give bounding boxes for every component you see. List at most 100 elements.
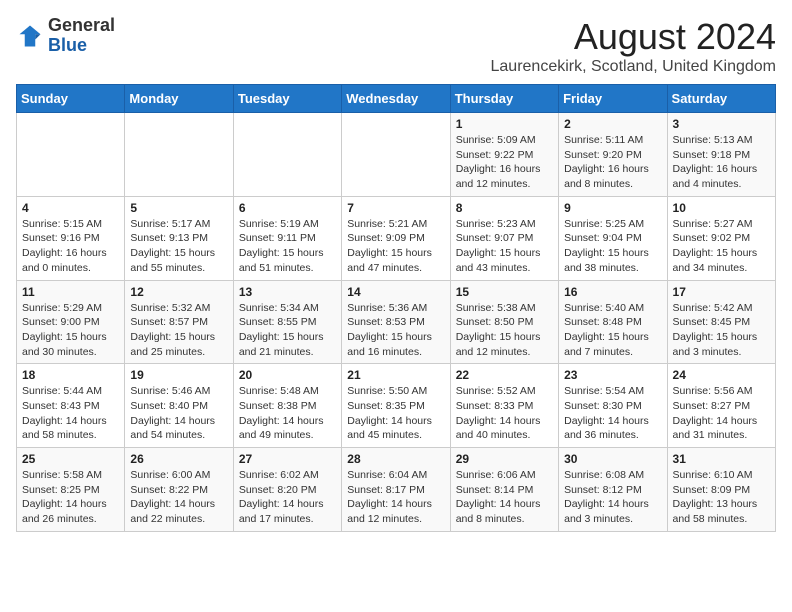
- day-number: 27: [239, 452, 336, 466]
- day-number: 17: [673, 285, 770, 299]
- day-number: 26: [130, 452, 227, 466]
- day-number: 11: [22, 285, 119, 299]
- day-info: Sunrise: 5:19 AM Sunset: 9:11 PM Dayligh…: [239, 217, 336, 276]
- day-info: Sunrise: 5:38 AM Sunset: 8:50 PM Dayligh…: [456, 301, 553, 360]
- calendar-cell: 15Sunrise: 5:38 AM Sunset: 8:50 PM Dayli…: [450, 280, 558, 364]
- calendar-cell: 18 Sunrise: 5:44 AM Sunset: 8:43 PM Dayli…: [17, 364, 125, 448]
- day-number: 24: [673, 368, 770, 382]
- day-info: Sunrise: 5:34 AM Sunset: 8:55 PM Dayligh…: [239, 301, 336, 360]
- calendar-cell: 29 Sunrise: 6:06 AM Sunset: 8:14 PM Dayli…: [450, 448, 558, 532]
- calendar-cell: 24 Sunrise: 5:56 AM Sunset: 8:27 PM Dayli…: [667, 364, 775, 448]
- calendar-cell: 12 Sunrise: 5:32 AM Sunset: 8:57 PM Dayli…: [125, 280, 233, 364]
- day-info: Sunrise: 5:29 AM Sunset: 9:00 PM Dayligh…: [22, 301, 119, 360]
- calendar-cell: 9 Sunrise: 5:25 AM Sunset: 9:04 PM Daylig…: [559, 196, 667, 280]
- day-number: 2: [564, 117, 661, 131]
- day-info: Sunrise: 5:23 AM Sunset: 9:07 PM Dayligh…: [456, 217, 553, 276]
- day-number: 6: [239, 201, 336, 215]
- calendar-cell: 1 Sunrise: 5:09 AM Sunset: 9:22 PM Daylig…: [450, 113, 558, 197]
- calendar-cell: 7 Sunrise: 5:21 AM Sunset: 9:09 PM Daylig…: [342, 196, 450, 280]
- day-number: 21: [347, 368, 444, 382]
- calendar-week-row: 18 Sunrise: 5:44 AM Sunset: 8:43 PM Dayli…: [17, 364, 776, 448]
- calendar-header-row: SundayMondayTuesdayWednesdayThursdayFrid…: [17, 85, 776, 113]
- day-info: Sunrise: 5:40 AM Sunset: 8:48 PM Dayligh…: [564, 301, 661, 360]
- day-info: Sunrise: 5:17 AM Sunset: 9:13 PM Dayligh…: [130, 217, 227, 276]
- calendar-cell: [342, 113, 450, 197]
- logo-text: General Blue: [48, 16, 115, 56]
- calendar-cell: 26 Sunrise: 6:00 AM Sunset: 8:22 PM Dayli…: [125, 448, 233, 532]
- weekday-header: Thursday: [450, 85, 558, 113]
- day-info: Sunrise: 5:42 AM Sunset: 8:45 PM Dayligh…: [673, 301, 770, 360]
- weekday-header: Monday: [125, 85, 233, 113]
- calendar-cell: 16 Sunrise: 5:40 AM Sunset: 8:48 PM Dayli…: [559, 280, 667, 364]
- calendar-cell: 10Sunrise: 5:27 AM Sunset: 9:02 PM Dayli…: [667, 196, 775, 280]
- day-number: 13: [239, 285, 336, 299]
- day-number: 5: [130, 201, 227, 215]
- calendar-cell: 13 Sunrise: 5:34 AM Sunset: 8:55 PM Dayli…: [233, 280, 341, 364]
- day-number: 25: [22, 452, 119, 466]
- calendar-cell: 22 Sunrise: 5:52 AM Sunset: 8:33 PM Dayli…: [450, 364, 558, 448]
- calendar-week-row: 25 Sunrise: 5:58 AM Sunset: 8:25 PM Dayli…: [17, 448, 776, 532]
- day-number: 3: [673, 117, 770, 131]
- calendar-week-row: 11 Sunrise: 5:29 AM Sunset: 9:00 PM Dayli…: [17, 280, 776, 364]
- day-info: Sunrise: 5:52 AM Sunset: 8:33 PM Dayligh…: [456, 384, 553, 443]
- calendar-cell: 20Sunrise: 5:48 AM Sunset: 8:38 PM Dayli…: [233, 364, 341, 448]
- calendar-cell: [125, 113, 233, 197]
- day-number: 18: [22, 368, 119, 382]
- day-number: 16: [564, 285, 661, 299]
- calendar-cell: 8 Sunrise: 5:23 AM Sunset: 9:07 PM Daylig…: [450, 196, 558, 280]
- title-block: August 2024 Laurencekirk, Scotland, Unit…: [491, 16, 777, 76]
- day-info: Sunrise: 5:46 AM Sunset: 8:40 PM Dayligh…: [130, 384, 227, 443]
- day-number: 4: [22, 201, 119, 215]
- day-info: Sunrise: 6:02 AM Sunset: 8:20 PM Dayligh…: [239, 468, 336, 527]
- day-number: 12: [130, 285, 227, 299]
- weekday-header: Friday: [559, 85, 667, 113]
- weekday-header: Tuesday: [233, 85, 341, 113]
- calendar-cell: [233, 113, 341, 197]
- day-info: Sunrise: 5:09 AM Sunset: 9:22 PM Dayligh…: [456, 133, 553, 192]
- day-info: Sunrise: 5:21 AM Sunset: 9:09 PM Dayligh…: [347, 217, 444, 276]
- day-info: Sunrise: 6:06 AM Sunset: 8:14 PM Dayligh…: [456, 468, 553, 527]
- day-number: 22: [456, 368, 553, 382]
- day-number: 28: [347, 452, 444, 466]
- calendar-cell: 30Sunrise: 6:08 AM Sunset: 8:12 PM Dayli…: [559, 448, 667, 532]
- day-info: Sunrise: 5:44 AM Sunset: 8:43 PM Dayligh…: [22, 384, 119, 443]
- day-info: Sunrise: 5:32 AM Sunset: 8:57 PM Dayligh…: [130, 301, 227, 360]
- day-info: Sunrise: 5:27 AM Sunset: 9:02 PM Dayligh…: [673, 217, 770, 276]
- day-info: Sunrise: 6:08 AM Sunset: 8:12 PM Dayligh…: [564, 468, 661, 527]
- day-info: Sunrise: 5:11 AM Sunset: 9:20 PM Dayligh…: [564, 133, 661, 192]
- calendar-cell: 27 Sunrise: 6:02 AM Sunset: 8:20 PM Dayli…: [233, 448, 341, 532]
- day-number: 7: [347, 201, 444, 215]
- day-info: Sunrise: 6:10 AM Sunset: 8:09 PM Dayligh…: [673, 468, 770, 527]
- logo-blue: Blue: [48, 35, 87, 55]
- calendar-cell: [17, 113, 125, 197]
- day-number: 8: [456, 201, 553, 215]
- calendar-week-row: 1 Sunrise: 5:09 AM Sunset: 9:22 PM Daylig…: [17, 113, 776, 197]
- calendar-cell: 11 Sunrise: 5:29 AM Sunset: 9:00 PM Dayli…: [17, 280, 125, 364]
- day-info: Sunrise: 5:58 AM Sunset: 8:25 PM Dayligh…: [22, 468, 119, 527]
- calendar-cell: 23Sunrise: 5:54 AM Sunset: 8:30 PM Dayli…: [559, 364, 667, 448]
- day-info: Sunrise: 5:15 AM Sunset: 9:16 PM Dayligh…: [22, 217, 119, 276]
- day-info: Sunrise: 5:56 AM Sunset: 8:27 PM Dayligh…: [673, 384, 770, 443]
- calendar-cell: 31Sunrise: 6:10 AM Sunset: 8:09 PM Dayli…: [667, 448, 775, 532]
- day-number: 1: [456, 117, 553, 131]
- calendar-cell: 28 Sunrise: 6:04 AM Sunset: 8:17 PM Dayli…: [342, 448, 450, 532]
- day-info: Sunrise: 5:13 AM Sunset: 9:18 PM Dayligh…: [673, 133, 770, 192]
- logo: General Blue: [16, 16, 115, 56]
- day-info: Sunrise: 6:00 AM Sunset: 8:22 PM Dayligh…: [130, 468, 227, 527]
- day-info: Sunrise: 5:25 AM Sunset: 9:04 PM Dayligh…: [564, 217, 661, 276]
- day-info: Sunrise: 5:50 AM Sunset: 8:35 PM Dayligh…: [347, 384, 444, 443]
- weekday-header: Saturday: [667, 85, 775, 113]
- logo-general: General: [48, 15, 115, 35]
- day-number: 29: [456, 452, 553, 466]
- day-info: Sunrise: 5:48 AM Sunset: 8:38 PM Dayligh…: [239, 384, 336, 443]
- day-info: Sunrise: 6:04 AM Sunset: 8:17 PM Dayligh…: [347, 468, 444, 527]
- logo-icon: [16, 22, 44, 50]
- day-number: 14: [347, 285, 444, 299]
- calendar-week-row: 4 Sunrise: 5:15 AM Sunset: 9:16 PM Daylig…: [17, 196, 776, 280]
- month-title: August 2024: [491, 16, 777, 58]
- day-number: 9: [564, 201, 661, 215]
- calendar-cell: 5 Sunrise: 5:17 AM Sunset: 9:13 PM Daylig…: [125, 196, 233, 280]
- calendar-cell: 2 Sunrise: 5:11 AM Sunset: 9:20 PM Daylig…: [559, 113, 667, 197]
- calendar-cell: 21 Sunrise: 5:50 AM Sunset: 8:35 PM Dayli…: [342, 364, 450, 448]
- day-info: Sunrise: 5:36 AM Sunset: 8:53 PM Dayligh…: [347, 301, 444, 360]
